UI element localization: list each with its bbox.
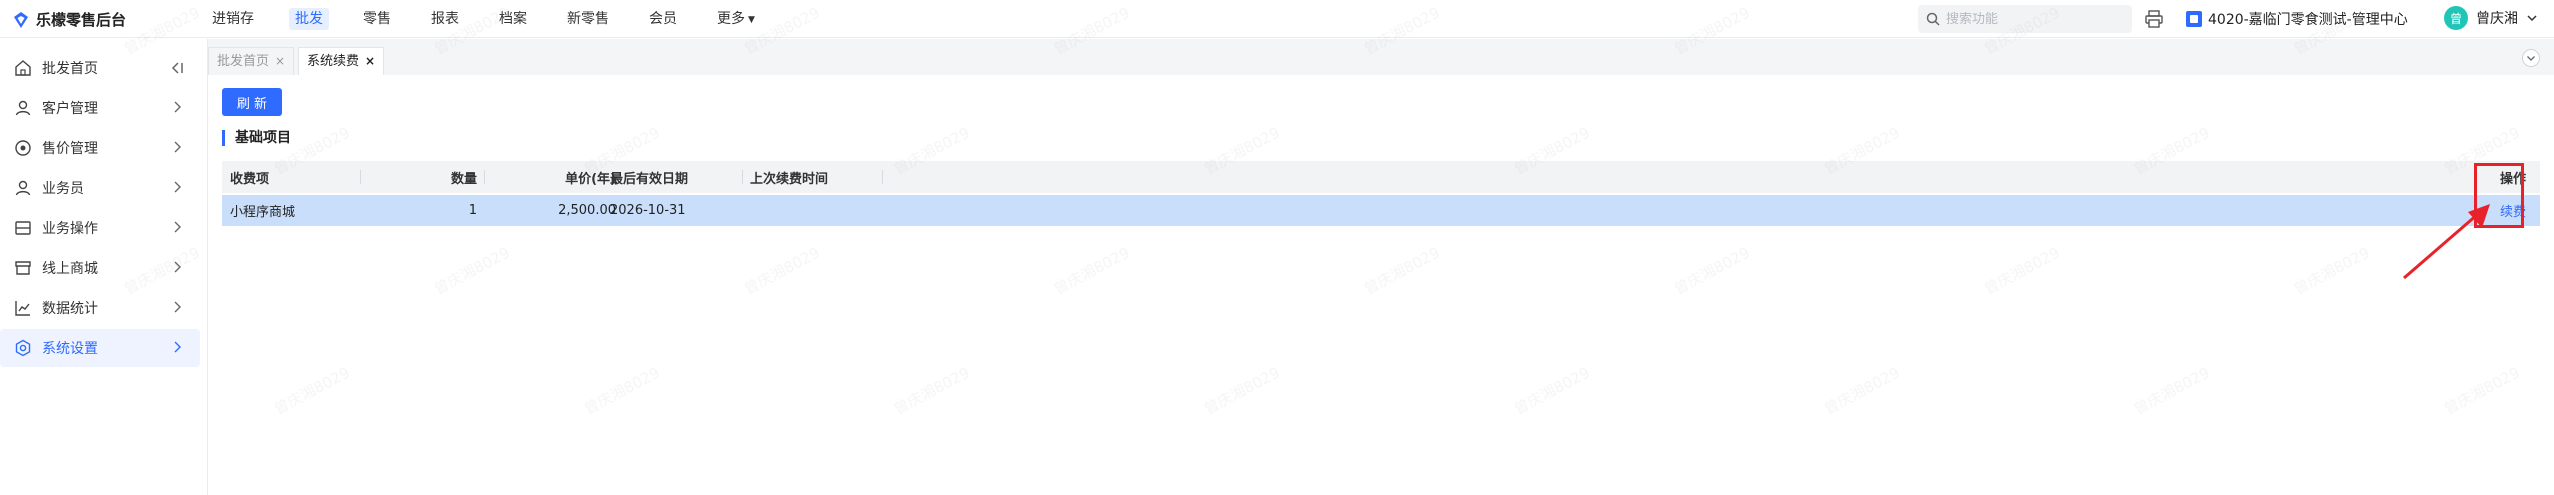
user-menu[interactable]: 曾 曾庆湘 [2444, 6, 2538, 30]
sidebar-item-label: 系统设置 [42, 341, 98, 357]
watermark-text: 曾庆湘8029 [270, 363, 353, 419]
shop-icon [14, 259, 32, 277]
chevron-right-icon [174, 181, 181, 193]
watermark-text: 曾庆湘8029 [1670, 243, 1753, 299]
table-row[interactable]: 小程序商城 1 2,500.00 2026-10-31 续费 [222, 195, 2540, 226]
app-logo[interactable]: 乐檬零售后台 [12, 9, 126, 30]
chevron-down-icon [2527, 56, 2535, 61]
watermark-text: 曾庆湘8029 [1820, 363, 1903, 419]
tab-system-renewal[interactable]: 系统续费 × [298, 47, 385, 75]
search-icon [1926, 12, 1940, 26]
column-divider[interactable] [484, 170, 485, 184]
app-title: 乐檬零售后台 [36, 11, 127, 29]
cell-price: 2,500.00 [558, 203, 616, 218]
price-icon [14, 139, 32, 157]
top-bar: 乐檬零售后台 进销存 批发 零售 报表 档案 新零售 会员 更多▼ 4020-嘉… [0, 0, 2554, 38]
person-icon [14, 179, 32, 197]
nav-inventory[interactable]: 进销存 [206, 8, 260, 30]
sidebar-item-label: 业务操作 [42, 221, 98, 237]
close-icon[interactable]: × [275, 54, 285, 68]
sidebar-item-label: 数据统计 [42, 301, 98, 317]
sidebar-item-label: 线上商城 [42, 261, 98, 277]
chevron-right-icon [174, 141, 181, 153]
sidebar-item-label: 售价管理 [42, 141, 98, 157]
watermark-text: 曾庆湘8029 [430, 243, 513, 299]
watermark-text: 曾庆湘8029 [1360, 243, 1443, 299]
refresh-button[interactable]: 刷 新 [222, 88, 282, 116]
table-header: 收费项 数量 单价(年) 最后有效日期 上次续费时间 操作 [222, 161, 2540, 193]
box-icon [14, 219, 32, 237]
nav-new-retail[interactable]: 新零售 [561, 8, 615, 30]
watermark-text: 曾庆湘8029 [2440, 363, 2523, 419]
tab-label: 系统续费 [307, 54, 360, 69]
watermark-text: 曾庆湘8029 [1980, 243, 2063, 299]
nav-wholesale[interactable]: 批发 [289, 8, 329, 30]
store-icon [2186, 11, 2202, 27]
watermark-text: 曾庆湘8029 [1050, 243, 1133, 299]
sidebar-item-salesman[interactable]: 业务员 [0, 169, 200, 207]
sidebar-item-statistics[interactable]: 数据统计 [0, 289, 200, 327]
home-icon [14, 59, 32, 77]
sidebar-item-operations[interactable]: 业务操作 [0, 209, 200, 247]
annotation-arrow-icon [2403, 204, 2490, 280]
chevron-right-icon [174, 101, 181, 113]
close-icon[interactable]: × [365, 54, 375, 68]
col-header-item: 收费项 [230, 171, 270, 187]
col-header-expiry: 最后有效日期 [610, 171, 689, 187]
watermark-text: 曾庆湘8029 [580, 363, 663, 419]
tab-menu-button[interactable] [2522, 49, 2540, 67]
sidebar-item-price[interactable]: 售价管理 [0, 129, 200, 167]
sidebar-item-settings[interactable]: 系统设置 [0, 329, 200, 367]
column-divider[interactable] [742, 170, 743, 184]
nav-more[interactable]: 更多 ▼ [711, 8, 761, 30]
settings-icon [14, 339, 32, 357]
watermark-text: 曾庆湘8029 [740, 243, 823, 299]
cell-qty: 1 [468, 203, 477, 218]
cell-item: 小程序商城 [230, 205, 296, 220]
avatar: 曾 [2444, 6, 2468, 30]
store-name: 4020-嘉临门零食测试-管理中心 [2208, 12, 2408, 28]
tab-label: 批发首页 [217, 54, 270, 69]
col-header-last-renewal: 上次续费时间 [750, 171, 829, 187]
nav-member[interactable]: 会员 [643, 8, 683, 30]
column-divider[interactable] [882, 170, 883, 184]
person-icon [14, 99, 32, 117]
tab-wholesale-home[interactable]: 批发首页 × [208, 47, 295, 75]
col-header-qty: 数量 [450, 171, 477, 187]
user-name: 曾庆湘 [2476, 11, 2518, 27]
chevron-right-icon [174, 221, 181, 233]
logo-icon [14, 11, 28, 28]
sidebar-item-label: 业务员 [42, 181, 84, 197]
chevron-down-icon [2527, 15, 2537, 22]
nav-retail[interactable]: 零售 [357, 8, 397, 30]
sidebar-item-label: 批发首页 [42, 61, 98, 77]
watermark-text: 曾庆湘8029 [1200, 363, 1283, 419]
chart-icon [14, 299, 32, 317]
section-title: 基础项目 [222, 130, 291, 146]
watermark-text: 曾庆湘8029 [2130, 363, 2213, 419]
watermark-text: 曾庆湘8029 [2290, 243, 2373, 299]
printer-icon[interactable] [2144, 9, 2164, 29]
sidebar-item-label: 客户管理 [42, 101, 98, 117]
watermark-text: 曾庆湘8029 [890, 363, 973, 419]
caret-down-icon: ▼ [748, 15, 755, 25]
nav-more-label: 更多 [717, 11, 745, 27]
sidebar-item-wholesale-home[interactable]: 批发首页 [0, 49, 200, 87]
column-divider[interactable] [360, 170, 361, 184]
sidebar-item-customers[interactable]: 客户管理 [0, 89, 200, 127]
cell-expiry: 2026-10-31 [610, 203, 686, 218]
chevron-right-icon [174, 341, 181, 353]
store-selector[interactable]: 4020-嘉临门零食测试-管理中心 [2186, 9, 2408, 29]
chevron-right-icon [174, 301, 181, 313]
watermark-text: 曾庆湘8029 [1510, 363, 1593, 419]
